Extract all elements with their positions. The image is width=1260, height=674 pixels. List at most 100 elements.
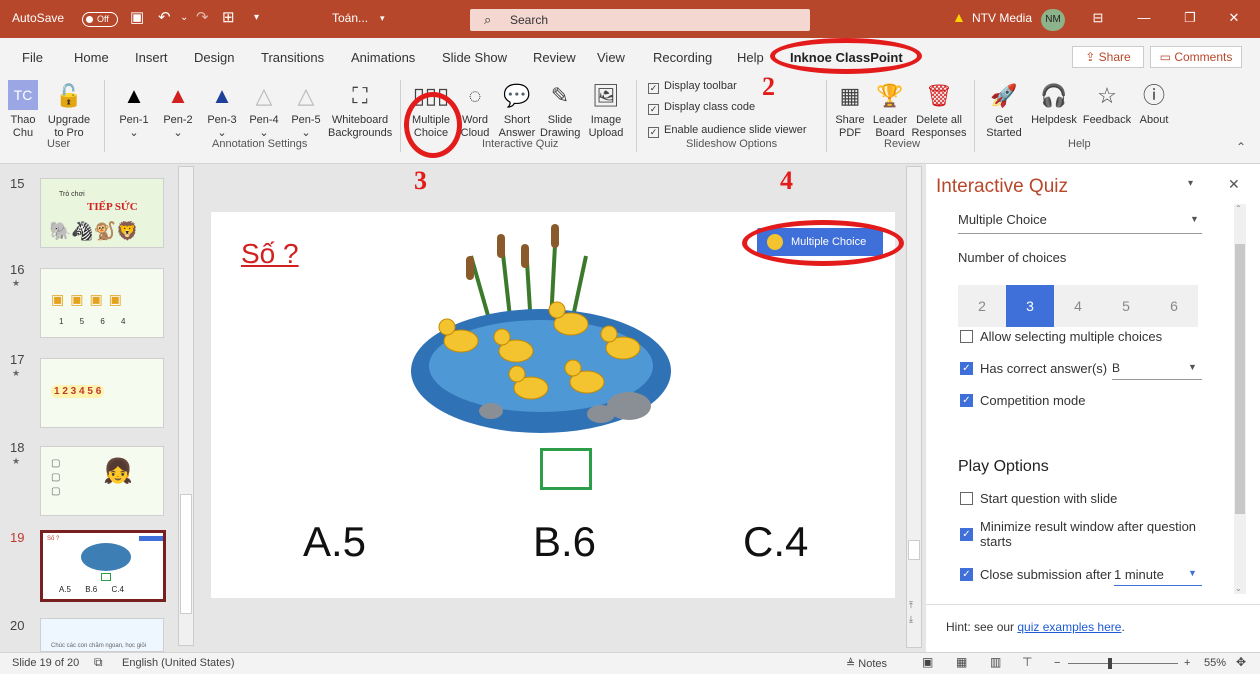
tab-review[interactable]: Review <box>533 50 576 65</box>
zoom-out-icon[interactable]: − <box>1054 657 1060 669</box>
scroll-down-icon[interactable]: ⌄ <box>1235 584 1242 593</box>
choice-count-5[interactable]: 5 <box>1102 285 1150 327</box>
slide-thumbnail-19[interactable]: Số ? A.5 B.6 C.4 <box>40 530 166 602</box>
zoom-in-icon[interactable]: + <box>1184 657 1190 669</box>
minimize-checkbox[interactable]: ✓ <box>960 528 973 541</box>
tab-design[interactable]: Design <box>194 50 234 65</box>
start-with-slide-checkbox[interactable] <box>960 492 973 505</box>
competition-checkbox[interactable]: ✓ <box>960 394 973 407</box>
comments-button[interactable]: ▭ Comments <box>1150 46 1242 68</box>
tab-view[interactable]: View <box>597 50 625 65</box>
pen-5-button[interactable]: △ Pen-5 ⌄ <box>286 78 326 140</box>
enable-audience-viewer-checkbox[interactable]: ✓ Enable audience slide viewer <box>648 124 806 138</box>
language[interactable]: English (United States) <box>122 657 235 669</box>
minimize-icon[interactable]: — <box>1134 10 1154 25</box>
quiz-examples-link[interactable]: quiz examples here <box>1017 620 1121 634</box>
tab-recording[interactable]: Recording <box>653 50 712 65</box>
share-pdf-button[interactable]: ▦ Share PDF <box>832 78 868 140</box>
about-button[interactable]: ⓘ About <box>1134 78 1174 127</box>
display-toolbar-checkbox[interactable]: ✓ Display toolbar <box>648 80 737 94</box>
separator <box>974 80 975 152</box>
feedback-button[interactable]: ☆ Feedback <box>1082 78 1132 127</box>
tab-help[interactable]: Help <box>737 50 764 65</box>
undo-icon[interactable]: ↶ <box>158 8 171 26</box>
file-name[interactable]: Toán... <box>332 11 368 25</box>
editor-scrollbar[interactable] <box>906 166 922 648</box>
reading-view-icon[interactable]: ▥ <box>990 655 1001 669</box>
zoom-level[interactable]: 55% <box>1204 657 1226 669</box>
tab-transitions[interactable]: Transitions <box>261 50 324 65</box>
normal-view-icon[interactable]: ▣ <box>922 655 933 669</box>
scroll-up-icon[interactable]: ⌃ <box>1235 204 1242 213</box>
allow-multiple-checkbox[interactable] <box>960 330 973 343</box>
notes-button[interactable]: ≜ Notes <box>846 657 887 670</box>
choice-count-3[interactable]: 3 <box>1006 285 1054 327</box>
display-class-code-checkbox[interactable]: ✓ Display class code <box>648 101 755 115</box>
ribbon-display-icon[interactable]: ⊟ <box>1088 10 1108 26</box>
pane-scroll-thumb[interactable] <box>1235 244 1245 514</box>
close-submission-checkbox[interactable]: ✓ <box>960 568 973 581</box>
whiteboard-backgrounds-button[interactable]: ⛶ Whiteboard Backgrounds <box>328 78 392 140</box>
share-button[interactable]: ⇪ Share <box>1072 46 1144 68</box>
save-icon[interactable]: ▣ <box>130 8 144 26</box>
leader-board-button[interactable]: 🏆 Leader Board <box>870 78 910 140</box>
avatar[interactable]: NM <box>1041 9 1065 31</box>
separator <box>636 80 637 152</box>
slide-thumbnail-20[interactable]: Chúc các con chăm ngoan, học giỏi <box>40 618 164 652</box>
close-icon[interactable]: ✕ <box>1224 10 1244 26</box>
slide-nav-icons[interactable]: ⤒ ⤓ <box>909 598 913 626</box>
accessibility-icon[interactable]: ⧉ <box>94 655 103 670</box>
quiz-type-dropdown[interactable]: Multiple Choice ▼ <box>958 208 1202 234</box>
slide-thumbnail-16[interactable]: ▣▣▣▣ 1 5 6 4 <box>40 268 164 338</box>
trophy-icon: 🏆 <box>876 83 904 108</box>
search-box[interactable]: ⌕ Search <box>470 9 810 31</box>
correct-answer-dropdown[interactable]: B ▼ <box>1112 358 1202 380</box>
word-cloud-button[interactable]: ◌ Word Cloud <box>458 78 492 140</box>
autosave-toggle[interactable]: Off <box>82 12 118 27</box>
image-upload-button[interactable]: 🖼 Image Upload <box>584 78 628 140</box>
tab-home[interactable]: Home <box>74 50 109 65</box>
fit-to-window-icon[interactable]: ✥ <box>1236 655 1246 669</box>
thumbnails-scroll-thumb[interactable] <box>180 494 192 614</box>
slideshow-view-icon[interactable]: ⊤ <box>1022 655 1032 669</box>
editor-scroll-thumb[interactable] <box>908 540 920 560</box>
zoom-slider[interactable] <box>1068 663 1178 664</box>
pen-1-button[interactable]: ▲ Pen-1 ⌄ <box>114 78 154 140</box>
customize-qat-icon[interactable]: ▾ <box>254 12 259 23</box>
slide-thumbnail-18[interactable]: ▢ ▢ ▢ 👧 <box>40 446 164 516</box>
thao-chu-button[interactable]: TC Thao Chu <box>8 78 38 140</box>
collapse-ribbon-icon[interactable]: ⌃ <box>1236 140 1246 154</box>
tab-insert[interactable]: Insert <box>135 50 168 65</box>
undo-dropdown-icon[interactable]: ⌄ <box>180 12 188 23</box>
helpdesk-button[interactable]: 🎧 Helpdesk <box>1028 78 1080 127</box>
filename-dropdown-icon[interactable]: ▾ <box>380 13 385 24</box>
get-started-button[interactable]: 🚀 Get Started <box>984 78 1024 140</box>
choice-count-6[interactable]: 6 <box>1150 285 1198 327</box>
tab-slide-show[interactable]: Slide Show <box>442 50 507 65</box>
zoom-slider-thumb[interactable] <box>1108 658 1112 669</box>
delete-all-responses-button[interactable]: 🗑 Delete all Responses <box>910 78 968 140</box>
pen-4-button[interactable]: △ Pen-4 ⌄ <box>244 78 284 140</box>
short-answer-button[interactable]: 💬 Short Answer <box>496 78 538 140</box>
redo-icon[interactable]: ↷ <box>196 8 209 26</box>
present-icon[interactable]: ⊞ <box>222 8 235 26</box>
tab-animations[interactable]: Animations <box>351 50 415 65</box>
slide-sorter-icon[interactable]: ▦ <box>956 655 967 669</box>
has-correct-checkbox[interactable]: ✓ <box>960 362 973 375</box>
hint-prefix: Hint: see our <box>946 620 1018 634</box>
upgrade-to-pro-button[interactable]: 🔓 Upgrade to Pro <box>42 78 96 140</box>
restore-icon[interactable]: ❐ <box>1180 10 1200 26</box>
close-after-dropdown[interactable]: 1 minute ▼ <box>1114 564 1202 586</box>
choice-count-4[interactable]: 4 <box>1054 285 1102 327</box>
pen-2-button[interactable]: ▲ Pen-2 ⌄ <box>158 78 198 140</box>
pen-3-button[interactable]: ▲ Pen-3 ⌄ <box>202 78 242 140</box>
pane-close-icon[interactable]: ✕ <box>1228 176 1240 193</box>
pane-options-icon[interactable]: ▾ <box>1188 178 1193 189</box>
slide-thumbnail-15[interactable]: Trò chơi TIẾP SỨC 🐘🦓🐒🦁 <box>40 178 164 248</box>
choice-count-2[interactable]: 2 <box>958 285 1006 327</box>
slide-drawing-button[interactable]: ✎ Slide Drawing <box>540 78 580 140</box>
slide-thumbnail-17[interactable]: 1 2 3 4 5 6 <box>40 358 164 428</box>
tab-file[interactable]: File <box>22 50 43 65</box>
whiteboard-label: Whiteboard <box>331 114 389 126</box>
slide-canvas[interactable]: Số ? A.5 B.6 C.4 Multiple Choice <box>211 212 895 598</box>
